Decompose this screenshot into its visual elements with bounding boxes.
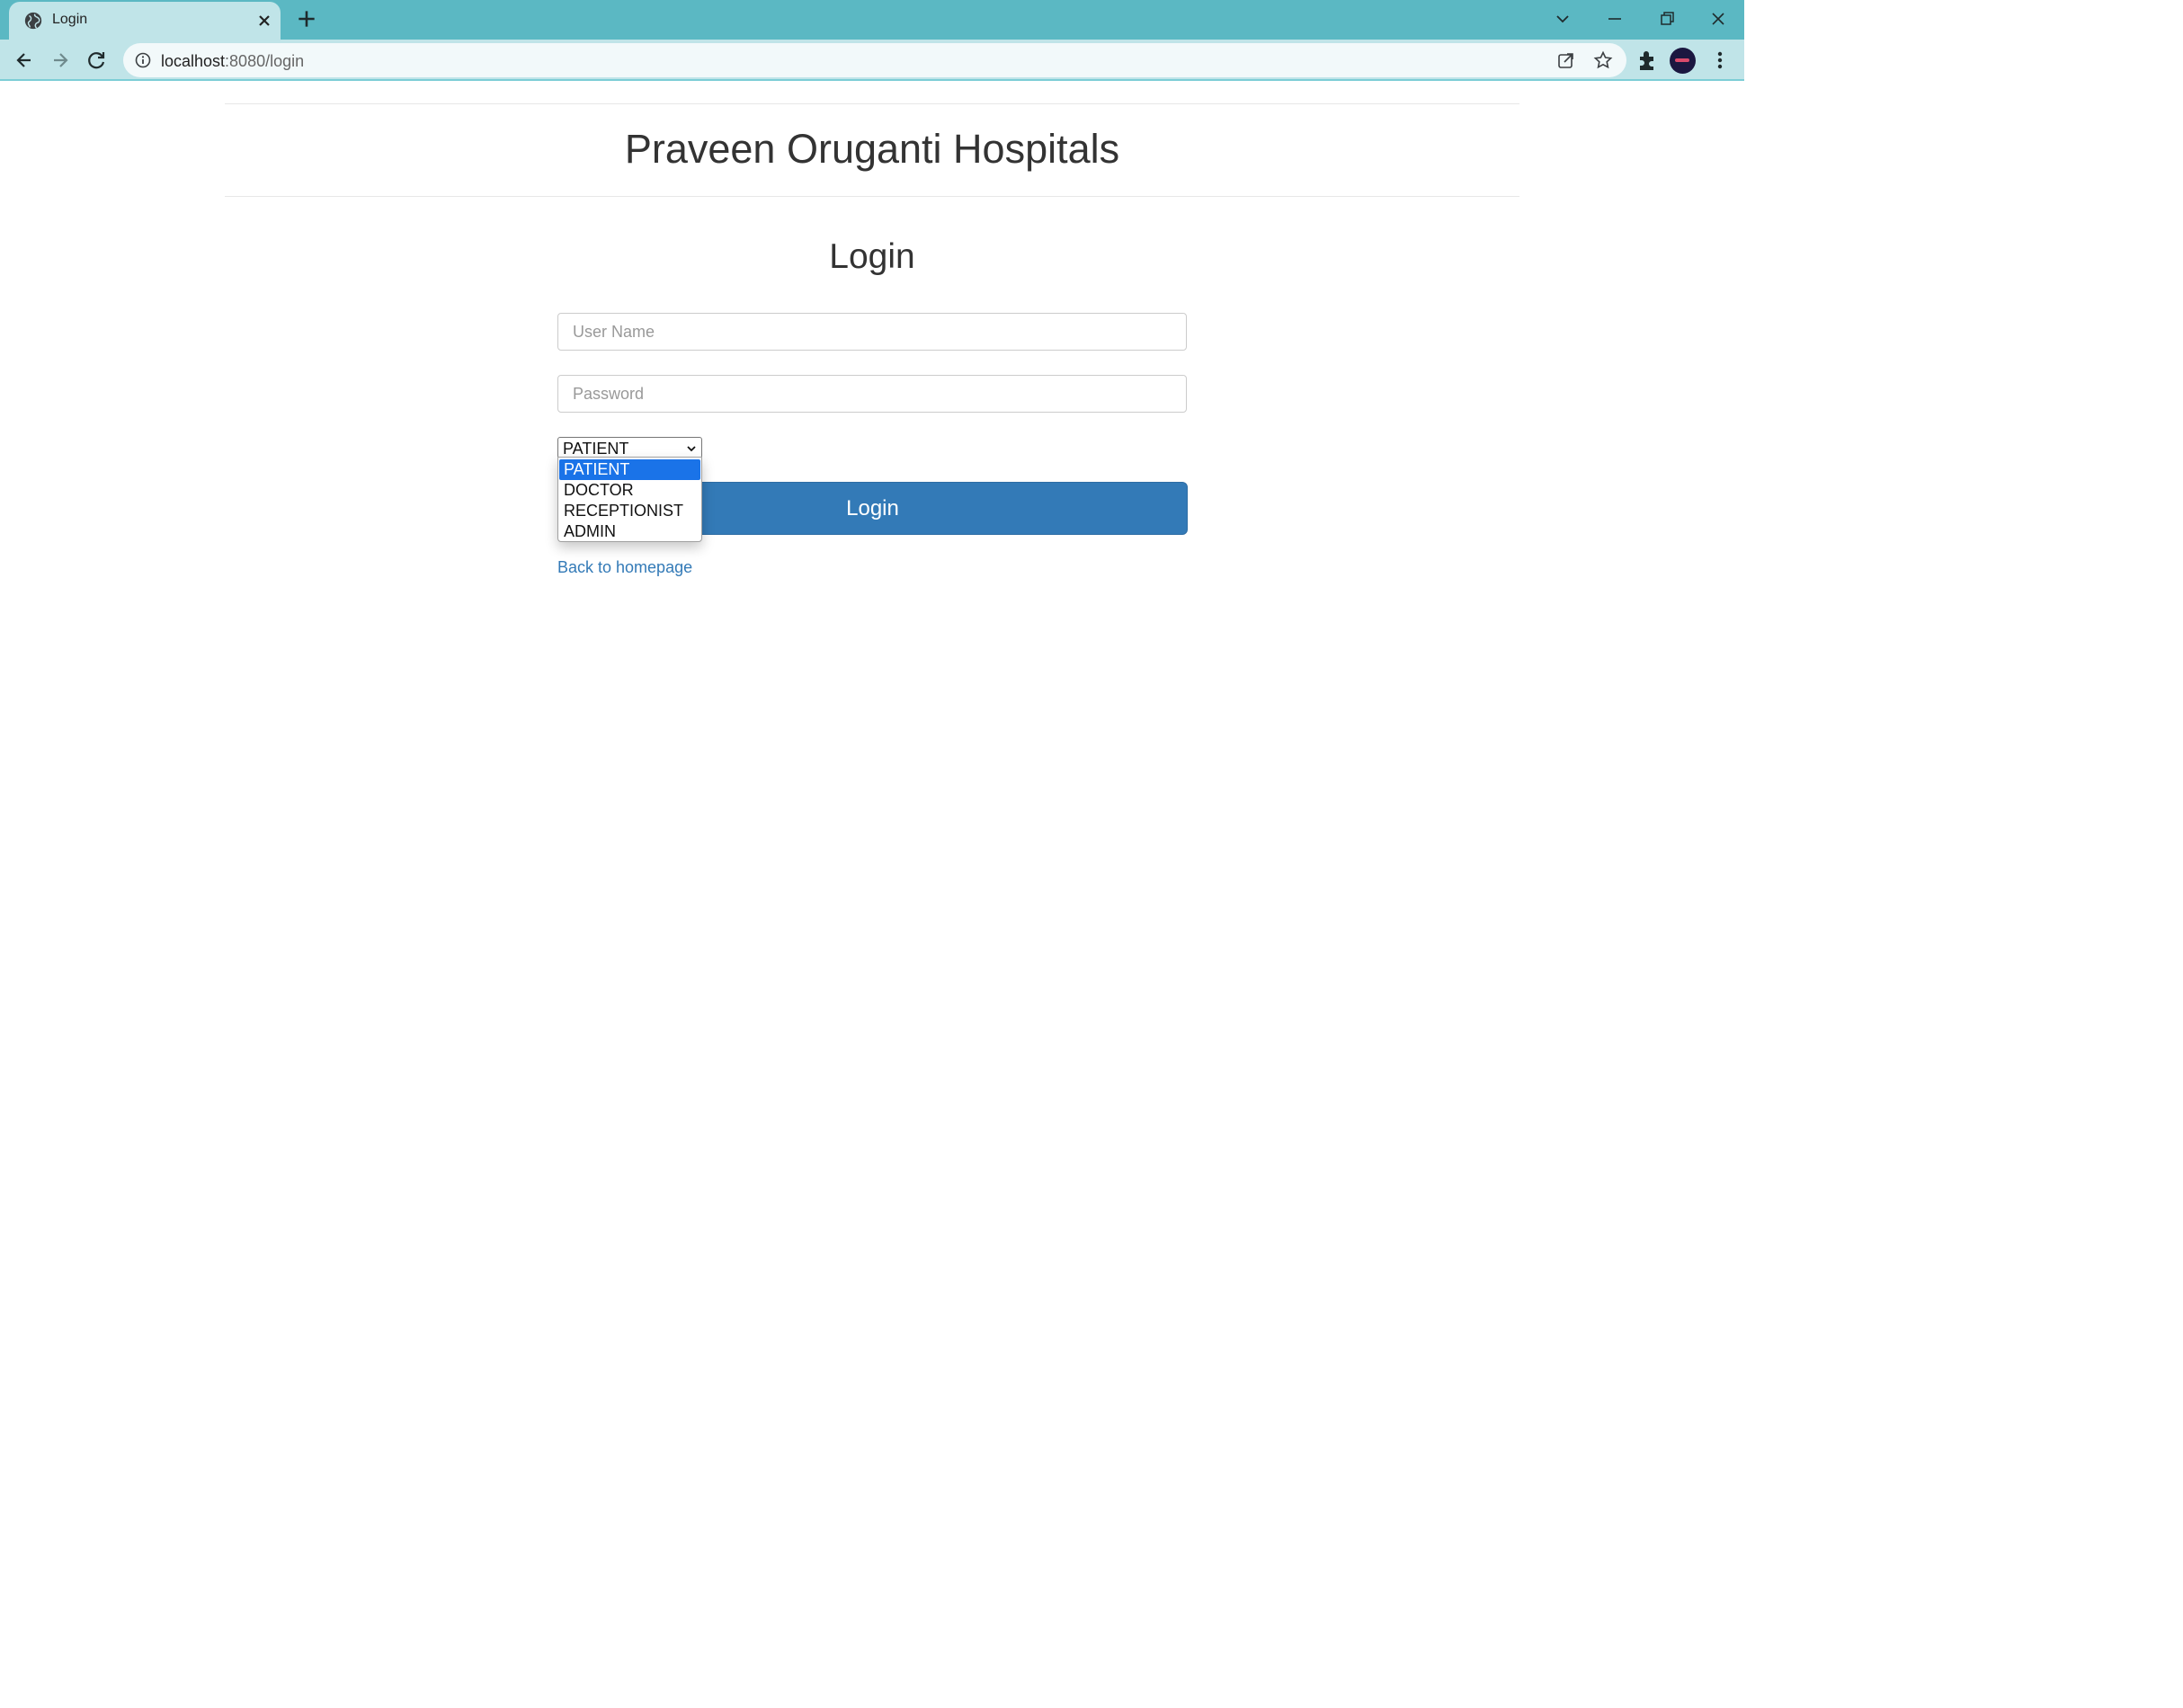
role-option-doctor[interactable]: DOCTOR [559,480,700,501]
chevron-down-icon [687,446,696,452]
role-select-value: PATIENT [563,440,629,458]
minimize-icon[interactable] [1599,5,1631,32]
role-option-admin[interactable]: ADMIN [559,521,700,542]
role-select[interactable]: PATIENT [557,437,702,458]
browser-window: Login localhost:8080/login Praveen Oruga… [0,0,1744,1708]
role-option-patient[interactable]: PATIENT [559,459,700,480]
tab-strip: Login [0,0,1744,40]
tab-title: Login [52,12,88,27]
site-title: Praveen Oruganti Hospitals [624,126,1120,172]
url-path: :8080/login [225,52,305,70]
back-to-homepage-link[interactable]: Back to homepage [557,557,692,577]
username-input[interactable] [557,313,1187,351]
globe-icon [24,12,42,30]
new-tab-icon[interactable] [295,7,318,31]
star-icon[interactable] [1593,50,1613,70]
url-host: localhost [161,52,226,70]
page-content: Praveen Oruganti Hospitals Login PATIENT… [0,81,1744,1708]
address-bar[interactable]: localhost:8080/login [123,43,1626,77]
role-option-receptionist[interactable]: RECEPTIONIST [559,501,700,521]
header-bottom-divider [225,196,1519,197]
password-input[interactable] [557,375,1187,413]
role-dropdown-list: PATIENT DOCTOR RECEPTIONIST ADMIN [557,457,702,542]
url-text[interactable]: localhost:8080/login [161,52,304,71]
login-heading: Login [829,237,915,276]
close-icon[interactable] [254,10,275,31]
tab-login[interactable]: Login [9,2,281,40]
share-icon[interactable] [1556,50,1576,70]
close-window-icon[interactable] [1702,5,1734,32]
back-arrow-icon[interactable] [11,47,38,74]
chevron-down-icon[interactable] [1546,5,1579,32]
profile-avatar[interactable] [1670,48,1696,74]
extensions-icon[interactable] [1635,48,1660,73]
info-icon[interactable] [134,51,152,69]
reload-icon[interactable] [84,47,111,74]
forward-arrow-icon[interactable] [47,47,74,74]
header-top-divider [225,103,1519,104]
restore-icon[interactable] [1651,5,1683,32]
toolbar: localhost:8080/login [0,40,1744,81]
kebab-menu-icon[interactable] [1707,48,1733,73]
